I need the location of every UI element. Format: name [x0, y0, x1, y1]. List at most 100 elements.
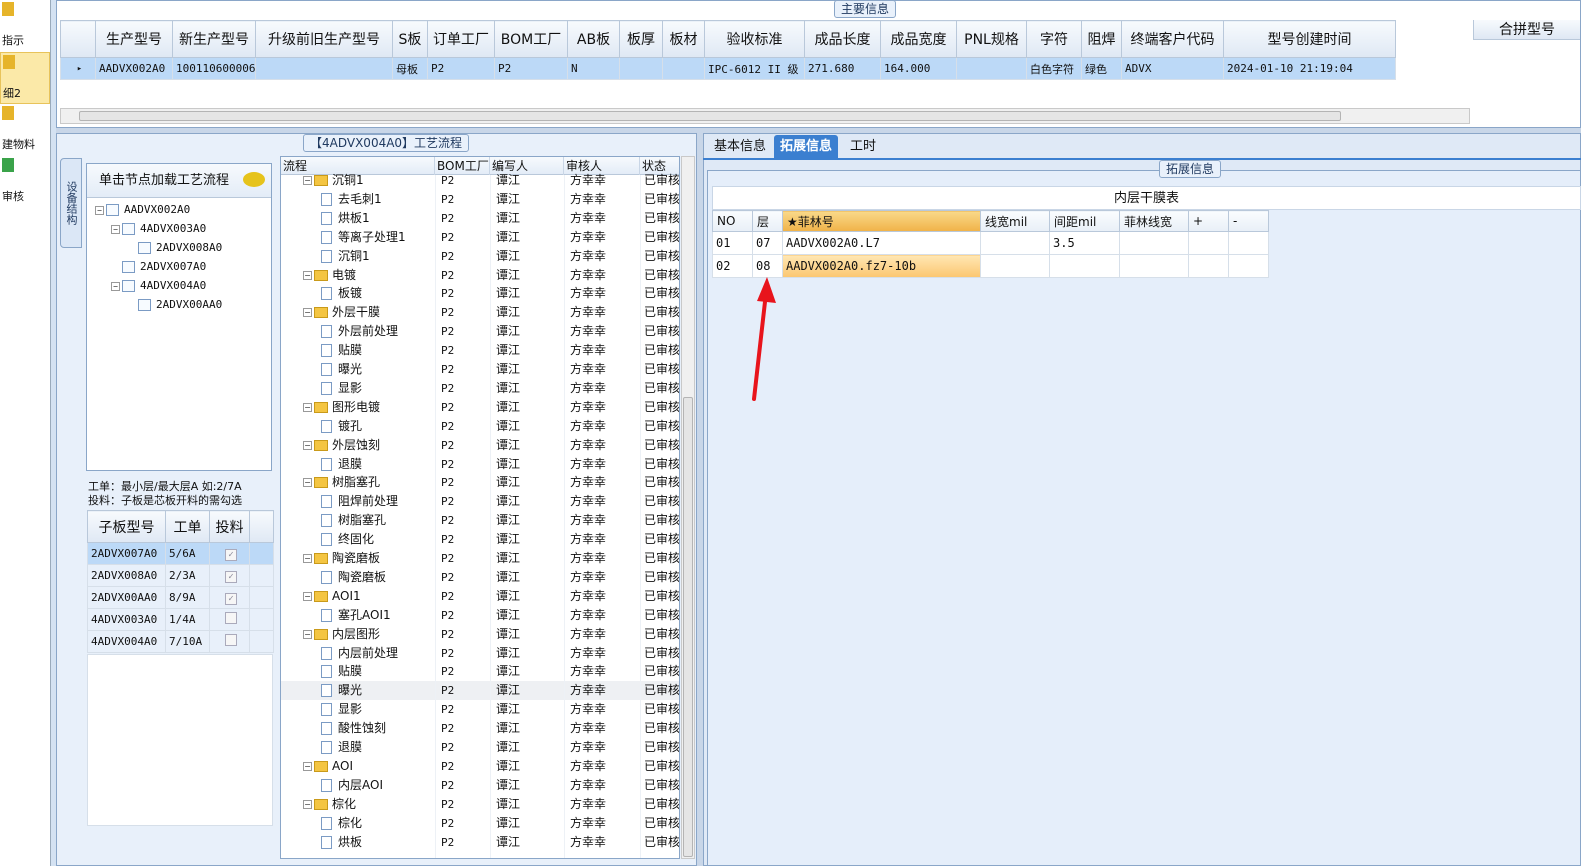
flow-row[interactable]: 曝光 P2 谭江 方幸幸 已审核 [281, 360, 679, 379]
flow-expander-icon[interactable]: − [303, 554, 312, 563]
flow-status-cell[interactable]: 已审核 [644, 530, 679, 549]
flow-writer-cell[interactable]: 谭江 [496, 776, 520, 795]
main-col-header[interactable]: 成品宽度 [880, 20, 957, 58]
flow-factory-cell[interactable]: P2 [441, 549, 454, 568]
flow-expander-icon[interactable]: − [303, 591, 312, 601]
flow-writer-cell[interactable]: 谭江 [496, 190, 520, 209]
flow-row[interactable]: 烘板1 P2 谭江 方幸幸 已审核 [281, 209, 679, 228]
tree-expander-icon[interactable]: − [111, 224, 120, 234]
main-col-header[interactable]: 型号创建时间 [1223, 20, 1396, 58]
sub-row[interactable]: 2ADVX007A0 5/6A ✓ [87, 542, 274, 565]
main-col-header[interactable]: 订单工厂 [427, 20, 495, 58]
flow-row[interactable]: 酸性蚀刻 P2 谭江 方幸幸 已审核 [281, 719, 679, 738]
flow-name-cell[interactable]: 曝光 [321, 681, 362, 700]
film-col-header[interactable]: ★菲林号 [782, 210, 981, 232]
flow-factory-cell[interactable]: P2 [441, 738, 454, 757]
flow-reviewer-cell[interactable]: 方幸幸 [570, 587, 606, 606]
flow-writer-cell[interactable]: 谭江 [496, 303, 520, 322]
flow-status-cell[interactable]: 已审核 [644, 417, 679, 436]
flow-status-cell[interactable]: 已审核 [644, 681, 679, 700]
vertical-tab-structure[interactable]: 设备结构 [60, 158, 82, 248]
film-col-header[interactable]: + [1188, 210, 1229, 232]
flow-name-cell[interactable]: 贴膜 [321, 341, 362, 360]
main-cell[interactable]: 母板 [392, 57, 428, 80]
flow-expander-icon[interactable]: − [303, 440, 312, 450]
feed-checkbox[interactable] [225, 612, 237, 624]
flow-reviewer-cell[interactable]: 方幸幸 [570, 814, 606, 833]
flow-writer-cell[interactable]: 谭江 [496, 398, 520, 417]
flow-reviewer-cell[interactable]: 方幸幸 [570, 568, 606, 587]
tree-node[interactable]: 2ADVX00AA0 [127, 296, 222, 314]
flow-writer-cell[interactable]: 谭江 [496, 322, 520, 341]
feed-checkbox[interactable] [225, 634, 237, 646]
main-cell[interactable]: AADVX002A0 [95, 57, 173, 80]
flow-name-cell[interactable]: 塞孔AOI1 [321, 606, 391, 625]
flow-row[interactable]: − 棕化 P2 谭江 方幸幸 已审核 [281, 795, 679, 814]
flow-status-cell[interactable]: 已审核 [644, 662, 679, 681]
flow-name-cell[interactable]: − 陶瓷磨板 [303, 549, 380, 568]
flow-reviewer-cell[interactable]: 方幸幸 [570, 700, 606, 719]
flow-writer-cell[interactable]: 谭江 [496, 738, 520, 757]
flow-status-cell[interactable]: 已审核 [644, 719, 679, 738]
flow-writer-cell[interactable]: 谭江 [496, 587, 520, 606]
flow-writer-cell[interactable]: 谭江 [496, 625, 520, 644]
main-col-header[interactable]: BOM工厂 [494, 20, 568, 58]
flow-factory-cell[interactable]: P2 [441, 662, 454, 681]
flow-reviewer-cell[interactable]: 方幸幸 [570, 284, 606, 303]
main-cell[interactable]: IPC-6012 II 级 [704, 57, 805, 80]
sub-order-cell[interactable]: 2/3A [165, 564, 210, 587]
main-cell[interactable] [255, 57, 393, 80]
flow-status-cell[interactable]: 已审核 [644, 568, 679, 587]
flow-factory-cell[interactable]: P2 [441, 606, 454, 625]
flow-name-cell[interactable]: − 沉铜1 [303, 171, 364, 190]
flow-reviewer-cell[interactable]: 方幸幸 [570, 190, 606, 209]
main-col-header[interactable]: 验收标准 [704, 20, 805, 58]
flow-status-cell[interactable]: 已审核 [644, 814, 679, 833]
flow-status-cell[interactable]: 已审核 [644, 757, 679, 776]
main-col-header[interactable]: 板材 [662, 20, 705, 58]
flow-name-cell[interactable]: − 棕化 [303, 795, 356, 814]
flow-name-cell[interactable]: 外层前处理 [321, 322, 398, 341]
feed-checkbox[interactable]: ✓ [225, 548, 237, 561]
film-cell[interactable]: 07 [752, 231, 783, 255]
sub-col-header[interactable]: 子板型号 [87, 510, 166, 543]
flow-factory-cell[interactable]: P2 [441, 530, 454, 549]
sub-row[interactable]: 4ADVX004A0 7/10A [87, 630, 274, 653]
flow-name-cell[interactable]: 显影 [321, 700, 362, 719]
flow-name-cell[interactable]: − 内层图形 [303, 625, 380, 644]
flow-reviewer-cell[interactable]: 方幸幸 [570, 644, 606, 663]
flow-factory-cell[interactable]: P2 [441, 417, 454, 436]
tab-basic-info[interactable]: 基本信息 [708, 135, 772, 159]
flow-row[interactable]: 退膜 P2 谭江 方幸幸 已审核 [281, 738, 679, 757]
flow-row[interactable]: 塞孔AOI1 P2 谭江 方幸幸 已审核 [281, 606, 679, 625]
flow-factory-cell[interactable]: P2 [441, 436, 454, 455]
flow-factory-cell[interactable]: P2 [441, 266, 454, 285]
flow-expander-icon[interactable]: − [303, 270, 312, 280]
main-cell[interactable] [619, 57, 663, 80]
flow-row[interactable]: 内层AOI P2 谭江 方幸幸 已审核 [281, 776, 679, 795]
nav-item[interactable]: 指示 [0, 0, 50, 52]
tab-work-hours[interactable]: 工时 [844, 135, 882, 159]
flow-writer-cell[interactable]: 谭江 [496, 171, 520, 190]
flow-reviewer-cell[interactable]: 方幸幸 [570, 228, 606, 247]
sub-model-cell[interactable]: 2ADVX00AA0 [87, 586, 166, 609]
flow-expander-icon[interactable]: − [303, 478, 312, 488]
flow-name-cell[interactable]: − AOI [303, 757, 353, 776]
flow-row[interactable]: 退膜 P2 谭江 方幸幸 已审核 [281, 455, 679, 474]
flow-row[interactable]: 外层前处理 P2 谭江 方幸幸 已审核 [281, 322, 679, 341]
film-col-header[interactable]: 间距mil [1049, 210, 1120, 232]
main-col-header[interactable]: 生产型号 [95, 20, 173, 58]
flow-row[interactable]: 镀孔 P2 谭江 方幸幸 已审核 [281, 417, 679, 436]
main-cell[interactable]: P2 [427, 57, 495, 80]
flow-name-cell[interactable]: 板镀 [321, 284, 362, 303]
flow-reviewer-cell[interactable]: 方幸幸 [570, 833, 606, 852]
flow-expander-icon[interactable]: − [303, 629, 312, 639]
flow-writer-cell[interactable]: 谭江 [496, 247, 520, 266]
flow-name-cell[interactable]: 烘板1 [321, 209, 370, 228]
flow-name-cell[interactable]: 退膜 [321, 738, 362, 757]
flow-writer-cell[interactable]: 谭江 [496, 473, 520, 492]
flow-factory-cell[interactable]: P2 [441, 341, 454, 360]
tree-node[interactable]: − 4ADVX003A0 [111, 220, 206, 238]
nav-item[interactable]: 审核 [0, 156, 50, 208]
flow-name-cell[interactable]: 阻焊前处理 [321, 492, 398, 511]
